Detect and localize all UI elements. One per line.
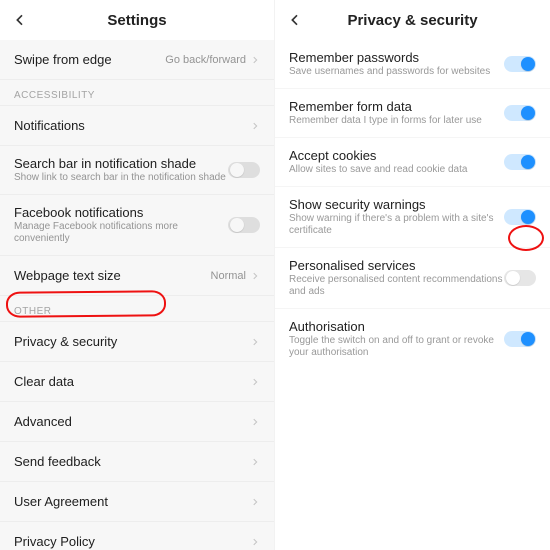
row-value: Normal (211, 270, 246, 282)
chevron-right-icon (250, 497, 260, 507)
chevron-left-icon (12, 12, 28, 28)
toggle-security-warnings[interactable] (504, 209, 536, 225)
row-subtitle: Show link to search bar in the notificat… (14, 172, 228, 184)
toggle-personalised[interactable] (504, 270, 536, 286)
row-title: Privacy & security (14, 334, 250, 349)
toggle-remember-form[interactable] (504, 105, 536, 121)
row-title: Swipe from edge (14, 52, 165, 67)
toggle-facebook[interactable] (228, 217, 260, 233)
row-title: Search bar in notification shade (14, 156, 228, 171)
chevron-right-icon (250, 417, 260, 427)
row-personalised-services[interactable]: Personalised services Receive personalis… (275, 248, 550, 309)
chevron-left-icon (287, 12, 303, 28)
row-subtitle: Save usernames and passwords for website… (289, 66, 504, 78)
row-subtitle: Manage Facebook notifications more conve… (14, 221, 228, 245)
row-title: Accept cookies (289, 148, 504, 163)
back-button[interactable] (283, 8, 307, 32)
row-title: Authorisation (289, 319, 504, 334)
row-value: Go back/forward (165, 54, 246, 66)
row-user-agreement[interactable]: User Agreement (0, 482, 274, 522)
row-title: Remember form data (289, 99, 504, 114)
row-authorisation[interactable]: Authorisation Toggle the switch on and o… (275, 309, 550, 369)
row-title: Facebook notifications (14, 205, 228, 220)
row-advanced[interactable]: Advanced (0, 402, 274, 442)
section-accessibility: ACCESSIBILITY (0, 80, 274, 106)
privacy-title: Privacy & security (307, 12, 518, 29)
row-privacy-policy[interactable]: Privacy Policy (0, 522, 274, 550)
row-title: Advanced (14, 414, 250, 429)
row-privacy-security[interactable]: Privacy & security (0, 322, 274, 362)
section-other: OTHER (0, 296, 274, 322)
row-search-bar-shade[interactable]: Search bar in notification shade Show li… (0, 146, 274, 195)
back-button[interactable] (8, 8, 32, 32)
row-subtitle: Allow sites to save and read cookie data (289, 164, 504, 176)
chevron-right-icon (250, 121, 260, 131)
row-accept-cookies[interactable]: Accept cookies Allow sites to save and r… (275, 138, 550, 187)
row-title: Privacy Policy (14, 534, 250, 549)
row-remember-form-data[interactable]: Remember form data Remember data I type … (275, 89, 550, 138)
toggle-search-bar[interactable] (228, 162, 260, 178)
row-subtitle: Show warning if there's a problem with a… (289, 213, 504, 237)
chevron-right-icon (250, 55, 260, 65)
chevron-right-icon (250, 457, 260, 467)
row-title: Personalised services (289, 258, 504, 273)
row-notifications[interactable]: Notifications (0, 106, 274, 146)
toggle-authorisation[interactable] (504, 331, 536, 347)
row-title: Webpage text size (14, 268, 211, 283)
row-clear-data[interactable]: Clear data (0, 362, 274, 402)
row-title: Send feedback (14, 454, 250, 469)
row-send-feedback[interactable]: Send feedback (0, 442, 274, 482)
row-title: User Agreement (14, 494, 250, 509)
chevron-right-icon (250, 271, 260, 281)
row-title: Notifications (14, 118, 250, 133)
settings-title: Settings (32, 12, 242, 29)
row-subtitle: Remember data I type in forms for later … (289, 115, 504, 127)
chevron-right-icon (250, 377, 260, 387)
row-webpage-text-size[interactable]: Webpage text size Normal (0, 256, 274, 296)
privacy-header: Privacy & security (275, 0, 550, 40)
toggle-cookies[interactable] (504, 154, 536, 170)
row-remember-passwords[interactable]: Remember passwords Save usernames and pa… (275, 40, 550, 89)
privacy-pane: Privacy & security Remember passwords Sa… (275, 0, 550, 550)
row-facebook-notifications[interactable]: Facebook notifications Manage Facebook n… (0, 195, 274, 256)
row-title: Show security warnings (289, 197, 504, 212)
toggle-remember-passwords[interactable] (504, 56, 536, 72)
row-subtitle: Receive personalised content recommendat… (289, 274, 504, 298)
row-security-warnings[interactable]: Show security warnings Show warning if t… (275, 187, 550, 248)
row-swipe-from-edge[interactable]: Swipe from edge Go back/forward (0, 40, 274, 80)
chevron-right-icon (250, 537, 260, 547)
row-title: Remember passwords (289, 50, 504, 65)
settings-header: Settings (0, 0, 274, 40)
chevron-right-icon (250, 337, 260, 347)
row-title: Clear data (14, 374, 250, 389)
row-subtitle: Toggle the switch on and off to grant or… (289, 335, 504, 359)
settings-pane: Settings Swipe from edge Go back/forward… (0, 0, 275, 550)
